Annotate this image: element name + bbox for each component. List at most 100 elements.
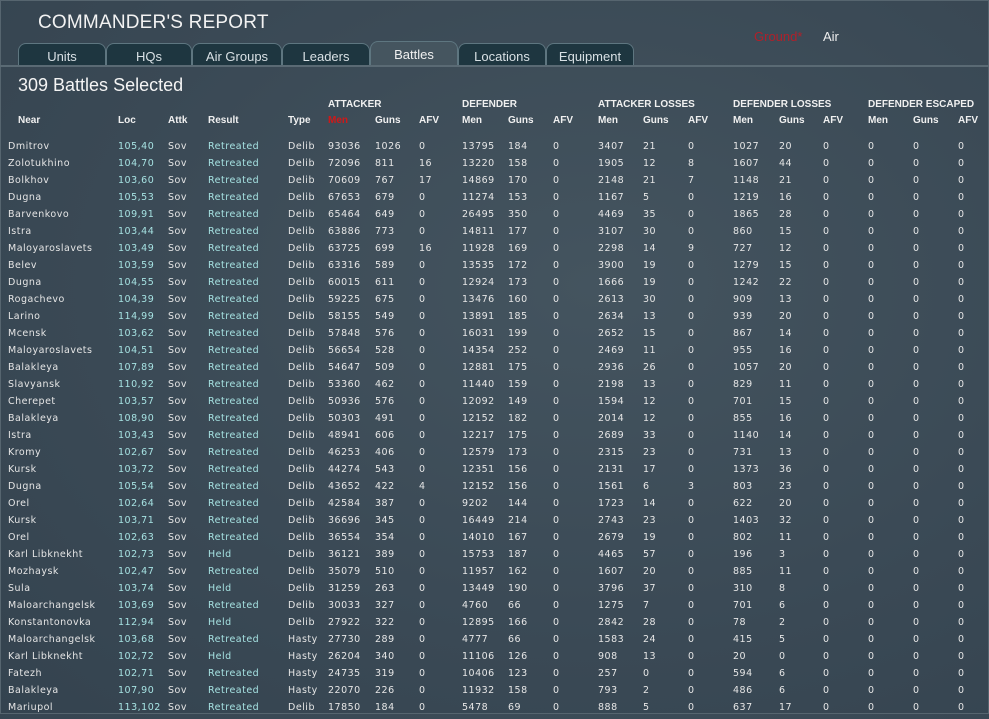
table-row[interactable]: Maloarchangelsk 103,69 Sov Retreated Delib 30… [0, 600, 989, 617]
column-header-esc-afv[interactable]: AFV [958, 115, 978, 126]
cell-loc[interactable]: 104,55 [118, 277, 154, 288]
table-row[interactable]: Mariupol 113,102 Sov Retreated Delib 17850 184… [0, 702, 989, 719]
cell-loc[interactable]: 104,39 [118, 294, 154, 305]
cell-loc[interactable]: 108,90 [118, 413, 154, 424]
table-row[interactable]: Istra 103,44 Sov Retreated Delib 63886 773 0 148… [0, 226, 989, 243]
column-header-att-afv[interactable]: AFV [419, 115, 439, 126]
column-header-type[interactable]: Type [288, 115, 311, 126]
table-row[interactable]: Fatezh 102,71 Sov Retreated Hasty 24735 319 0 10… [0, 668, 989, 685]
cell-loc[interactable]: 103,69 [118, 600, 154, 611]
cell-loc[interactable]: 102,64 [118, 498, 154, 509]
cell-loc[interactable]: 102,63 [118, 532, 154, 543]
table-row[interactable]: Kursk 103,71 Sov Retreated Delib 36696 345 0 164… [0, 515, 989, 532]
cell-loc[interactable]: 103,43 [118, 430, 154, 441]
column-header-att-men[interactable]: Men [328, 115, 348, 126]
table-row[interactable]: Mcensk 103,62 Sov Retreated Delib 57848 576 0 16… [0, 328, 989, 345]
column-header-attloss-afv[interactable]: AFV [688, 115, 708, 126]
cell-loc[interactable]: 113,102 [118, 702, 161, 713]
cell-loc[interactable]: 105,53 [118, 192, 154, 203]
cell-loc[interactable]: 102,47 [118, 566, 154, 577]
column-header-def-afv[interactable]: AFV [553, 115, 573, 126]
column-header-attk[interactable]: Attk [168, 115, 187, 126]
cell-loc[interactable]: 102,72 [118, 651, 154, 662]
table-row[interactable]: Karl Libknekht 102,72 Sov Held Hasty 26204 340… [0, 651, 989, 668]
table-row[interactable]: Konstantonovka 112,94 Sov Held Delib 27922 322… [0, 617, 989, 634]
mode-air-toggle[interactable]: Air [823, 29, 839, 44]
tab-air-groups[interactable]: Air Groups [192, 43, 282, 66]
column-header-def-men[interactable]: Men [462, 115, 482, 126]
table-row[interactable]: Balakleya 108,90 Sov Retreated Delib 50303 491… [0, 413, 989, 430]
tab-units[interactable]: Units [18, 43, 106, 66]
tab-battles[interactable]: Battles [370, 41, 458, 66]
column-header-defloss-afv[interactable]: AFV [823, 115, 843, 126]
table-row[interactable]: Dugna 105,54 Sov Retreated Delib 43652 422 4 121… [0, 481, 989, 498]
column-header-loc[interactable]: Loc [118, 115, 136, 126]
cell-loc[interactable]: 107,90 [118, 685, 154, 696]
cell-loc[interactable]: 110,92 [118, 379, 154, 390]
table-row[interactable]: Larino 114,99 Sov Retreated Delib 58155 549 0 13… [0, 311, 989, 328]
table-row[interactable]: Karl Libknekht 102,73 Sov Held Delib 36121 389… [0, 549, 989, 566]
column-header-def-guns[interactable]: Guns [508, 115, 534, 126]
table-row[interactable]: Maloyaroslavets 103,49 Sov Retreated Delib 63… [0, 243, 989, 260]
cell-loc[interactable]: 105,54 [118, 481, 154, 492]
table-row[interactable]: Orel 102,63 Sov Retreated Delib 36554 354 0 1401… [0, 532, 989, 549]
table-row[interactable]: Orel 102,64 Sov Retreated Delib 42584 387 0 9202… [0, 498, 989, 515]
mode-ground-toggle[interactable]: Ground* [754, 29, 802, 44]
table-row[interactable]: Kursk 103,72 Sov Retreated Delib 44274 543 0 123… [0, 464, 989, 481]
column-header-defloss-guns[interactable]: Guns [779, 115, 805, 126]
cell-loc[interactable]: 109,91 [118, 209, 154, 220]
table-row[interactable]: Maloyaroslavets 104,51 Sov Retreated Delib 56… [0, 345, 989, 362]
cell-attloss-men: 2936 [598, 362, 625, 373]
cell-loc[interactable]: 103,49 [118, 243, 154, 254]
column-header-esc-guns[interactable]: Guns [913, 115, 939, 126]
column-header-esc-men[interactable]: Men [868, 115, 888, 126]
cell-loc[interactable]: 114,99 [118, 311, 154, 322]
cell-loc[interactable]: 103,74 [118, 583, 154, 594]
cell-loc[interactable]: 102,71 [118, 668, 154, 679]
tab-leaders[interactable]: Leaders [282, 43, 370, 66]
cell-loc[interactable]: 103,71 [118, 515, 154, 526]
table-row[interactable]: Rogachevo 104,39 Sov Retreated Delib 59225 675… [0, 294, 989, 311]
cell-loc[interactable]: 103,60 [118, 175, 154, 186]
tab-hqs[interactable]: HQs [106, 43, 192, 66]
table-row[interactable]: Dugna 105,53 Sov Retreated Delib 67653 679 0 112… [0, 192, 989, 209]
cell-loc[interactable]: 112,94 [118, 617, 154, 628]
column-header-result[interactable]: Result [208, 115, 239, 126]
table-row[interactable]: Balakleya 107,89 Sov Retreated Delib 54647 509… [0, 362, 989, 379]
cell-loc[interactable]: 103,59 [118, 260, 154, 271]
cell-loc[interactable]: 103,72 [118, 464, 154, 475]
column-header-att-guns[interactable]: Guns [375, 115, 401, 126]
column-header-attloss-guns[interactable]: Guns [643, 115, 669, 126]
table-row[interactable]: Zolotukhino 104,70 Sov Retreated Delib 72096 8… [0, 158, 989, 175]
column-header-attloss-men[interactable]: Men [598, 115, 618, 126]
cell-loc[interactable]: 102,73 [118, 549, 154, 560]
cell-loc[interactable]: 104,70 [118, 158, 154, 169]
table-row[interactable]: Balakleya 107,90 Sov Retreated Hasty 22070 226… [0, 685, 989, 702]
table-row[interactable]: Mozhaysk 102,47 Sov Retreated Delib 35079 510 0… [0, 566, 989, 583]
table-row[interactable]: Barvenkovo 109,91 Sov Retreated Delib 65464 64… [0, 209, 989, 226]
cell-near: Mcensk [8, 328, 47, 339]
table-row[interactable]: Cherepet 103,57 Sov Retreated Delib 50936 576 0… [0, 396, 989, 413]
tab-locations[interactable]: Locations [458, 43, 546, 66]
table-row[interactable]: Slavyansk 110,92 Sov Retreated Delib 53360 462… [0, 379, 989, 396]
cell-def-men: 14354 [462, 345, 495, 356]
table-row[interactable]: Bolkhov 103,60 Sov Retreated Delib 70609 767 17… [0, 175, 989, 192]
tab-equipment[interactable]: Equipment [546, 43, 634, 66]
table-row[interactable]: Sula 103,74 Sov Held Delib 31259 263 0 13449 190 0… [0, 583, 989, 600]
cell-loc[interactable]: 104,51 [118, 345, 154, 356]
table-row[interactable]: Dugna 104,55 Sov Retreated Delib 60015 611 0 129… [0, 277, 989, 294]
table-row[interactable]: Dmitrov 105,40 Sov Retreated Delib 93036 1026 0… [0, 141, 989, 158]
column-header-defloss-men[interactable]: Men [733, 115, 753, 126]
cell-loc[interactable]: 102,67 [118, 447, 154, 458]
column-header-near[interactable]: Near [18, 115, 40, 126]
table-row[interactable]: Kromy 102,67 Sov Retreated Delib 46253 406 0 125… [0, 447, 989, 464]
cell-loc[interactable]: 103,44 [118, 226, 154, 237]
cell-loc[interactable]: 103,68 [118, 634, 154, 645]
cell-loc[interactable]: 105,40 [118, 141, 154, 152]
table-row[interactable]: Maloarchangelsk 103,68 Sov Retreated Hasty 27… [0, 634, 989, 651]
table-row[interactable]: Belev 103,59 Sov Retreated Delib 63316 589 0 135… [0, 260, 989, 277]
cell-loc[interactable]: 103,62 [118, 328, 154, 339]
cell-loc[interactable]: 107,89 [118, 362, 154, 373]
cell-loc[interactable]: 103,57 [118, 396, 154, 407]
table-row[interactable]: Istra 103,43 Sov Retreated Delib 48941 606 0 122… [0, 430, 989, 447]
